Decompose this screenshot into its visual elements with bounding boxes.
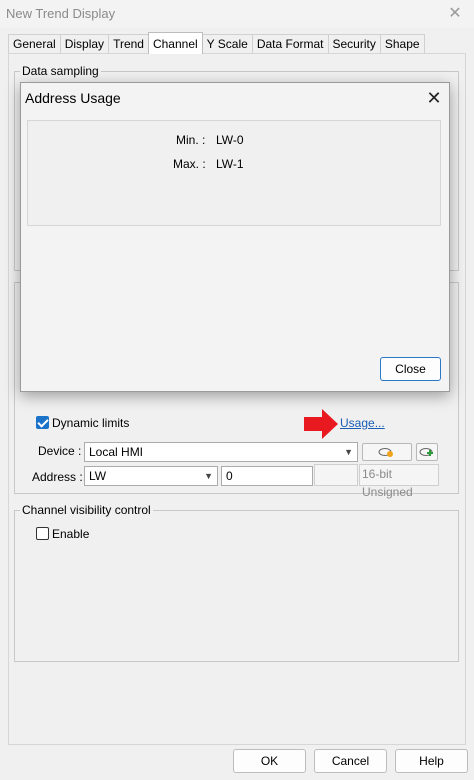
enable-checkbox[interactable] xyxy=(36,527,49,540)
address-label: Address : xyxy=(32,470,83,484)
chevron-down-icon: ▼ xyxy=(204,471,213,481)
chevron-down-icon: ▼ xyxy=(344,447,353,457)
channel-visibility-label: Channel visibility control xyxy=(20,503,153,517)
tab-display[interactable]: Display xyxy=(59,34,110,54)
address-type-value: LW xyxy=(89,469,107,483)
data-sampling-label: Data sampling xyxy=(20,64,101,78)
tab-shape[interactable]: Shape xyxy=(379,34,425,54)
max-value: LW-1 xyxy=(216,157,244,171)
dynamic-limits-label: Dynamic limits xyxy=(52,416,130,430)
window-title: New Trend Display xyxy=(6,6,116,21)
tab-strip: General Display Trend Channel Y Scale Da… xyxy=(8,32,425,54)
device-label: Device : xyxy=(38,444,82,458)
device-add-icon xyxy=(419,448,433,456)
usage-info-panel: Min. : LW-0 Max. : LW-1 xyxy=(27,120,441,226)
tab-y-scale[interactable]: Y Scale xyxy=(201,34,253,54)
dialog-title: Address Usage xyxy=(25,90,121,106)
min-value: LW-0 xyxy=(216,133,244,147)
device-add-button[interactable] xyxy=(416,443,438,461)
address-usage-dialog: Address Usage ✕ Min. : LW-0 Max. : LW-1 … xyxy=(20,82,450,392)
enable-label: Enable xyxy=(52,527,90,541)
min-label: Min. : xyxy=(176,133,206,147)
tab-general[interactable]: General xyxy=(8,34,61,54)
cancel-button[interactable]: Cancel xyxy=(314,749,387,773)
dynamic-limits-checkbox[interactable] xyxy=(36,416,49,429)
help-button[interactable]: Help xyxy=(395,749,468,773)
dialog-close-button[interactable]: Close xyxy=(380,357,441,381)
device-settings-button[interactable] xyxy=(362,443,412,461)
usage-link[interactable]: Usage... xyxy=(340,416,385,430)
tab-trend[interactable]: Trend xyxy=(108,34,149,54)
device-select[interactable]: Local HMI ▼ xyxy=(84,442,358,462)
tab-security[interactable]: Security xyxy=(327,34,381,54)
red-arrow-icon xyxy=(304,409,338,439)
address-type-select[interactable]: LW ▼ xyxy=(84,466,218,486)
tab-data-format[interactable]: Data Format xyxy=(251,34,329,54)
max-label: Max. : xyxy=(173,157,206,171)
device-edit-icon xyxy=(378,448,393,457)
window-close-icon[interactable]: ✕ xyxy=(444,4,466,24)
address-extra-field xyxy=(314,464,358,486)
ok-button[interactable]: OK xyxy=(233,749,306,773)
dialog-close-icon[interactable]: ✕ xyxy=(423,87,445,109)
device-value: Local HMI xyxy=(89,445,144,459)
address-input[interactable]: 0 xyxy=(221,466,313,486)
tab-channel[interactable]: Channel xyxy=(147,32,203,54)
address-format-label: 16-bit Unsigned xyxy=(359,464,439,499)
